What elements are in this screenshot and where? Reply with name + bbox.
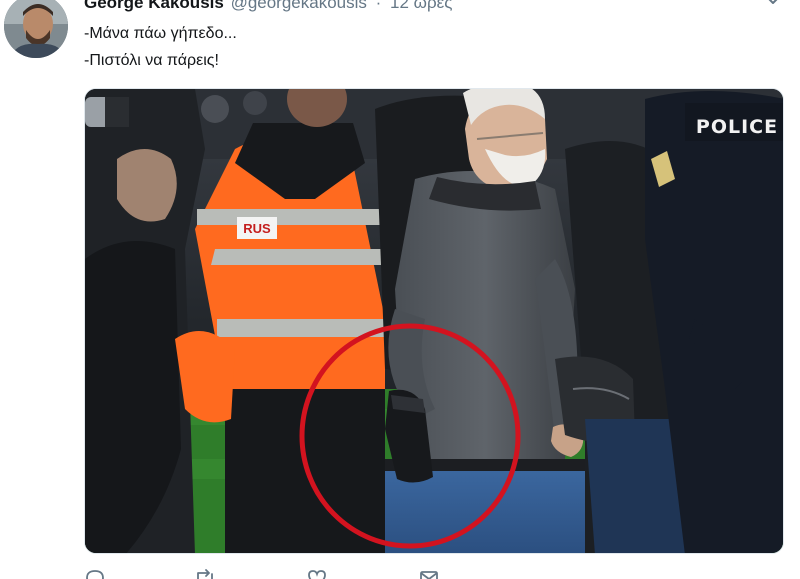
heart-icon	[308, 570, 326, 579]
tweet-timestamp[interactable]: 12 ώρες	[390, 0, 452, 12]
author-display-name[interactable]: George Kakousis	[84, 0, 224, 12]
tweet-actions	[84, 568, 524, 579]
more-options-button[interactable]	[764, 0, 782, 10]
tweet-text-line: -Πιστόλι να πάρεις!	[84, 52, 219, 69]
tweet-photo[interactable]: RUS POLICE	[84, 88, 784, 554]
author-avatar[interactable]	[4, 0, 68, 58]
tweet-header: George Kakousis @georgekakousis · 12 ώρε…	[84, 0, 452, 14]
direct-message-button[interactable]	[418, 568, 440, 579]
police-badge-text: POLICE	[696, 116, 778, 138]
user-avatar-icon	[4, 0, 68, 58]
tweet-text-line: -Μάνα πάω γήπεδο...	[84, 25, 237, 42]
retweet-icon	[197, 569, 213, 579]
retweet-button[interactable]	[194, 568, 216, 579]
reply-icon	[86, 570, 104, 579]
reply-button[interactable]	[84, 568, 106, 579]
photo-illustration: RUS POLICE	[85, 89, 783, 553]
message-icon	[420, 571, 438, 579]
like-button[interactable]	[306, 568, 328, 579]
chevron-down-icon	[768, 0, 778, 4]
vest-badge-text: RUS	[243, 221, 271, 236]
tweet: George Kakousis @georgekakousis · 12 ώρε…	[0, 0, 800, 579]
author-handle[interactable]: @georgekakousis	[231, 0, 367, 12]
separator-dot: ·	[375, 0, 382, 12]
